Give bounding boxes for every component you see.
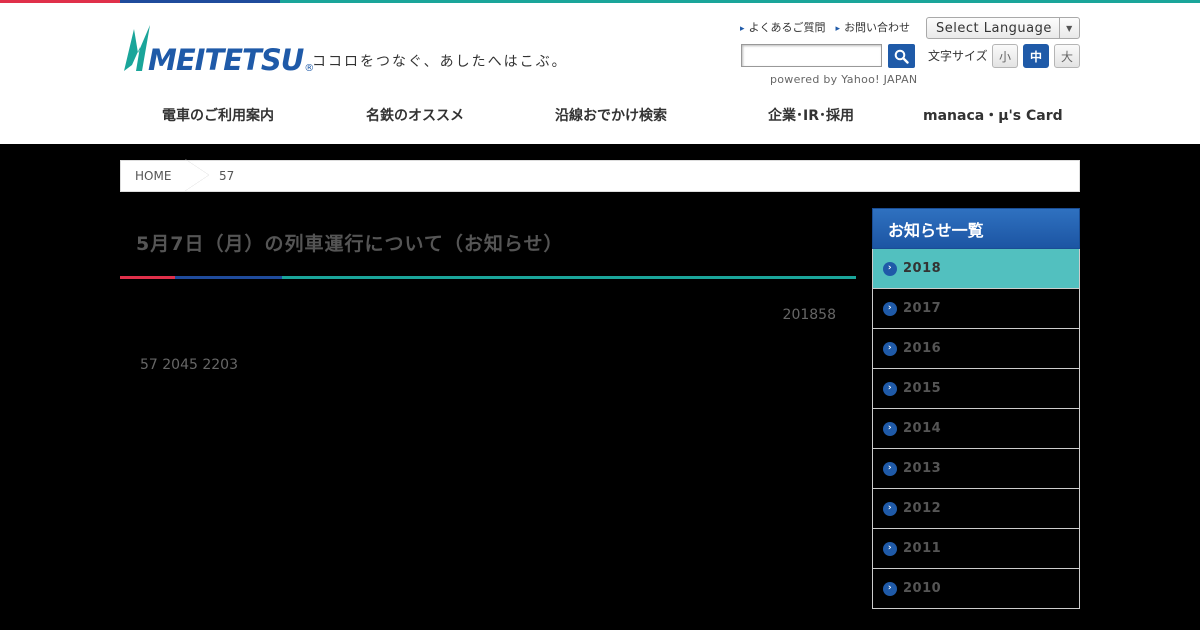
contact-link[interactable]: お問い合わせ [836,19,910,35]
page-title: 5月7日（月）の列車運行について（お知らせ） [136,233,564,255]
site-logo[interactable]: MEITETSU ® [124,25,314,75]
sidebar-item-label: 2017 [903,301,942,316]
title-underline [120,276,856,279]
brand-tagline: ココロをつなぐ、あしたへはこぶ。 [312,54,568,70]
font-size-small-button[interactable]: 小 [992,44,1018,68]
breadcrumb: HOME 57 [120,159,1080,192]
sidebar-item-label: 2012 [903,501,942,516]
site-search-input[interactable] [741,44,882,67]
sidebar-item-2018[interactable]: › 2018 [872,249,1080,289]
sidebar-item-label: 2014 [903,421,942,436]
utility-links: よくあるご質問 お問い合わせ [740,19,911,35]
sidebar-item-label: 2018 [903,261,942,276]
breadcrumb-current: 57 [219,169,235,183]
search-button[interactable] [888,44,915,68]
sidebar-item-2013[interactable]: › 2013 [872,449,1080,489]
sidebar-item-label: 2015 [903,381,942,396]
chevron-right-icon: › [883,501,897,516]
nav-outing-search[interactable]: 沿線おでかけ検索 [555,105,667,125]
sidebar-item-2011[interactable]: › 2011 [872,529,1080,569]
nav-train-guide[interactable]: 電車のご利用案内 [162,105,274,125]
chevron-right-icon: › [883,541,897,556]
meitetsu-logo-mark-icon [124,25,150,71]
sidebar-item-label: 2010 [903,581,942,596]
sidebar-item-2016[interactable]: › 2016 [872,329,1080,369]
logo-wordmark: MEITETSU [148,43,304,77]
search-powered-by: powered by Yahoo! JAPAN [770,73,918,86]
sidebar-item-2012[interactable]: › 2012 [872,489,1080,529]
sidebar-heading: お知らせ一覧 [872,208,1080,249]
sidebar-item-2010[interactable]: › 2010 [872,569,1080,609]
article-date: 201858 [782,307,836,323]
search-icon [894,49,909,64]
faq-link[interactable]: よくあるご質問 [740,19,826,35]
font-size-label: 文字サイズ [928,49,988,63]
chevron-right-icon: › [883,261,897,276]
language-select-label: Select Language [936,20,1052,36]
sidebar-item-2017[interactable]: › 2017 [872,289,1080,329]
chevron-right-icon: › [883,461,897,476]
sidebar-item-2014[interactable]: › 2014 [872,409,1080,449]
nav-recommend[interactable]: 名鉄のオススメ [366,105,464,125]
language-select[interactable]: Select Language ▼ [926,17,1080,39]
news-sidebar: お知らせ一覧 › 2018 › 2017 › 2016 › 2015 › 2014 › 2013 › 20… [872,208,1080,609]
nav-corporate[interactable]: 企業･IR･採用 [768,105,854,125]
chevron-right-icon: › [883,381,897,396]
chevron-right-icon: › [883,301,897,316]
sidebar-item-label: 2013 [903,461,942,476]
sidebar-item-label: 2016 [903,341,942,356]
breadcrumb-home[interactable]: HOME [121,169,185,183]
sidebar-year-list: › 2018 › 2017 › 2016 › 2015 › 2014 › 2013 › 2012 › 2011… [872,249,1080,609]
sidebar-item-2015[interactable]: › 2015 [872,369,1080,409]
chevron-right-icon: › [883,581,897,596]
article-body: 57 2045 2203 [140,357,238,373]
chevron-right-icon: › [883,421,897,436]
chevron-right-icon: › [883,341,897,356]
font-size-large-button[interactable]: 大 [1054,44,1080,68]
nav-manaca-card[interactable]: manaca・μ's Card [923,105,1063,125]
site-header: MEITETSU ® ココロをつなぐ、あしたへはこぶ。 よくあるご質問 お問い合… [0,3,1200,144]
breadcrumb-separator-icon [185,159,215,192]
sidebar-item-label: 2011 [903,541,942,556]
font-size-medium-button[interactable]: 中 [1023,44,1049,68]
chevron-down-icon: ▼ [1059,18,1079,38]
global-nav: 電車のご利用案内 名鉄のオススメ 沿線おでかけ検索 企業･IR･採用 manac… [120,105,1080,131]
